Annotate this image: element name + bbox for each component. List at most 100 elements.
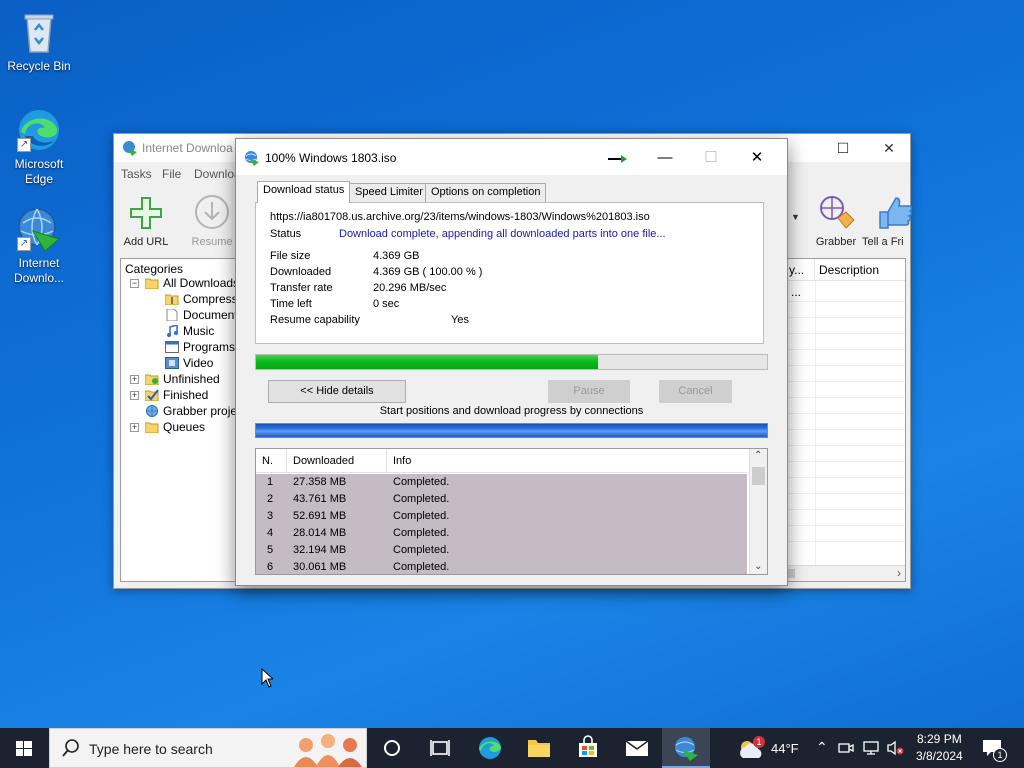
minimize-to-tray-arrow-icon[interactable] (608, 153, 630, 163)
scroll-down-arrow-icon[interactable]: ⌄ (754, 561, 762, 572)
task-view-button[interactable] (368, 728, 416, 768)
connection-row[interactable]: 1 27.358 MB Completed. (256, 474, 747, 491)
download-progress-bar (255, 354, 768, 370)
category-all-downloads[interactable]: All Downloads (144, 275, 239, 291)
minimize-button[interactable]: — (642, 143, 688, 173)
connection-row[interactable]: 4 28.014 MB Completed. (256, 525, 747, 542)
list-grid-line (787, 413, 905, 414)
toolbar-dropdown-chevron-icon[interactable]: ▼ (791, 212, 800, 222)
menu-file[interactable]: File (162, 167, 181, 181)
dialog-titlebar[interactable]: 100% Windows 1803.iso — ☐ ✕ (236, 139, 787, 175)
hide-details-button[interactable]: << Hide details (268, 380, 406, 403)
maximize-button[interactable]: ☐ (820, 134, 866, 162)
connections-caption: Start positions and download progress by… (379, 405, 644, 417)
tab-download-status[interactable]: Download status (257, 181, 351, 203)
download-progress-dialog: 100% Windows 1803.iso — ☐ ✕ Download sta… (235, 138, 788, 586)
connection-row[interactable]: 6 30.061 MB Completed. (256, 559, 747, 574)
taskbar-search-box[interactable]: Type here to search (49, 728, 367, 768)
expand-queues-toggle[interactable]: + (130, 423, 139, 432)
category-queues[interactable]: Queues (144, 419, 205, 435)
store-bag-icon (579, 735, 597, 757)
meet-now-camera-icon[interactable] (838, 740, 854, 759)
clock-time[interactable]: 8:29 PM (917, 732, 962, 746)
clock-date[interactable]: 3/8/2024 (916, 749, 963, 763)
add-url-button[interactable]: Add URL (114, 194, 178, 248)
idm-app-icon (122, 140, 138, 159)
desktop-icon-label: Microsoft Edge (14, 157, 64, 186)
column-header-number[interactable]: N. (256, 449, 287, 473)
network-icon[interactable] (862, 740, 880, 759)
scroll-up-arrow-icon[interactable]: ⌃ (754, 450, 762, 461)
windows-logo-icon (16, 741, 32, 756)
grabber-button[interactable]: Grabber (804, 194, 868, 248)
category-compressed[interactable]: Compresse (164, 291, 244, 307)
desktop-icon-edge[interactable]: ↗ Microsoft Edge (1, 106, 77, 187)
taskbar-mail[interactable] (613, 728, 661, 768)
list-grid-line (787, 509, 905, 510)
connections-list-header: N. Downloaded Info (256, 449, 747, 473)
list-horizontal-scrollbar[interactable]: › (787, 565, 905, 581)
close-button[interactable]: ✕ (734, 143, 780, 173)
folder-open-icon (144, 277, 159, 290)
show-hidden-icons-chevron-icon[interactable]: ⌃ (816, 739, 828, 756)
categories-header: Categories (125, 262, 184, 276)
category-music[interactable]: Music (165, 323, 214, 339)
timeline-button[interactable] (416, 728, 464, 768)
category-video[interactable]: Video (165, 355, 213, 371)
category-grabber-projects[interactable]: Grabber projec (145, 403, 243, 419)
scroll-thumb[interactable] (787, 569, 795, 578)
taskbar-store[interactable] (564, 728, 612, 768)
desktop-icon-idm[interactable]: ↗ Internet Downlo... (1, 205, 77, 286)
time-left-value: 0 sec (373, 298, 400, 310)
start-button[interactable] (0, 728, 48, 768)
connection-info: Completed. (393, 527, 450, 539)
category-finished[interactable]: Finished (144, 387, 208, 403)
connection-row[interactable]: 2 43.761 MB Completed. (256, 491, 747, 508)
weather-temperature[interactable]: 44°F (771, 741, 799, 756)
scroll-thumb[interactable] (752, 467, 765, 485)
connections-vertical-scrollbar[interactable]: ⌃ ⌄ (749, 449, 767, 574)
tell-a-friend-button[interactable]: Tell a Fri (862, 194, 913, 248)
category-documents[interactable]: Documents (165, 307, 244, 323)
taskbar-file-explorer[interactable] (515, 728, 563, 768)
queues-folder-icon (144, 421, 159, 434)
taskbar-edge[interactable] (466, 728, 514, 768)
menu-downloads[interactable]: Downloa (194, 167, 241, 181)
pause-button[interactable]: Pause (548, 380, 630, 403)
folder-icon (528, 740, 550, 757)
volume-muted-icon[interactable] (886, 740, 904, 759)
idm-globe-icon (675, 737, 698, 761)
connection-row[interactable]: 5 32.194 MB Completed. (256, 542, 747, 559)
category-programs[interactable]: Programs (165, 339, 235, 355)
category-unfinished[interactable]: Unfinished (144, 371, 220, 387)
list-grid-line (787, 333, 905, 334)
maximize-button[interactable]: ☐ (688, 143, 734, 173)
main-window-title: Internet Downloa (142, 141, 233, 155)
menu-tasks[interactable]: Tasks (121, 167, 152, 181)
cortana-circle-icon (384, 740, 400, 756)
connection-downloaded: 52.691 MB (293, 510, 347, 522)
column-header-downloaded[interactable]: Downloaded (287, 449, 387, 473)
list-column-partial[interactable]: y... (787, 259, 815, 281)
connection-row[interactable]: 3 52.691 MB Completed. (256, 508, 747, 525)
cancel-button[interactable]: Cancel (659, 380, 732, 403)
desktop-icon-recycle-bin[interactable]: Recycle Bin (1, 8, 77, 74)
connection-downloaded: 32.194 MB (293, 544, 347, 556)
taskbar-idm[interactable] (662, 728, 710, 768)
expand-all-downloads-toggle[interactable]: − (130, 279, 139, 288)
edge-icon: ↗ (15, 106, 63, 154)
tab-speed-limiter[interactable]: Speed Limiter (349, 183, 429, 202)
scroll-right-arrow-icon[interactable]: › (897, 566, 901, 580)
grabber-icon (816, 194, 856, 232)
downloaded-value: 4.369 GB ( 100.00 % ) (373, 266, 483, 278)
close-button[interactable]: ✕ (866, 134, 912, 162)
download-progress-fill (256, 355, 599, 369)
expand-finished-toggle[interactable]: + (130, 391, 139, 400)
list-grid-line (787, 493, 905, 494)
connections-list: N. Downloaded Info 1 27.358 MB Completed… (255, 448, 768, 575)
column-header-info[interactable]: Info (387, 449, 493, 473)
expand-unfinished-toggle[interactable]: + (130, 375, 139, 384)
tab-options-on-completion[interactable]: Options on completion (425, 183, 547, 202)
list-grid-line (787, 397, 905, 398)
list-column-description[interactable]: Description (815, 259, 905, 281)
